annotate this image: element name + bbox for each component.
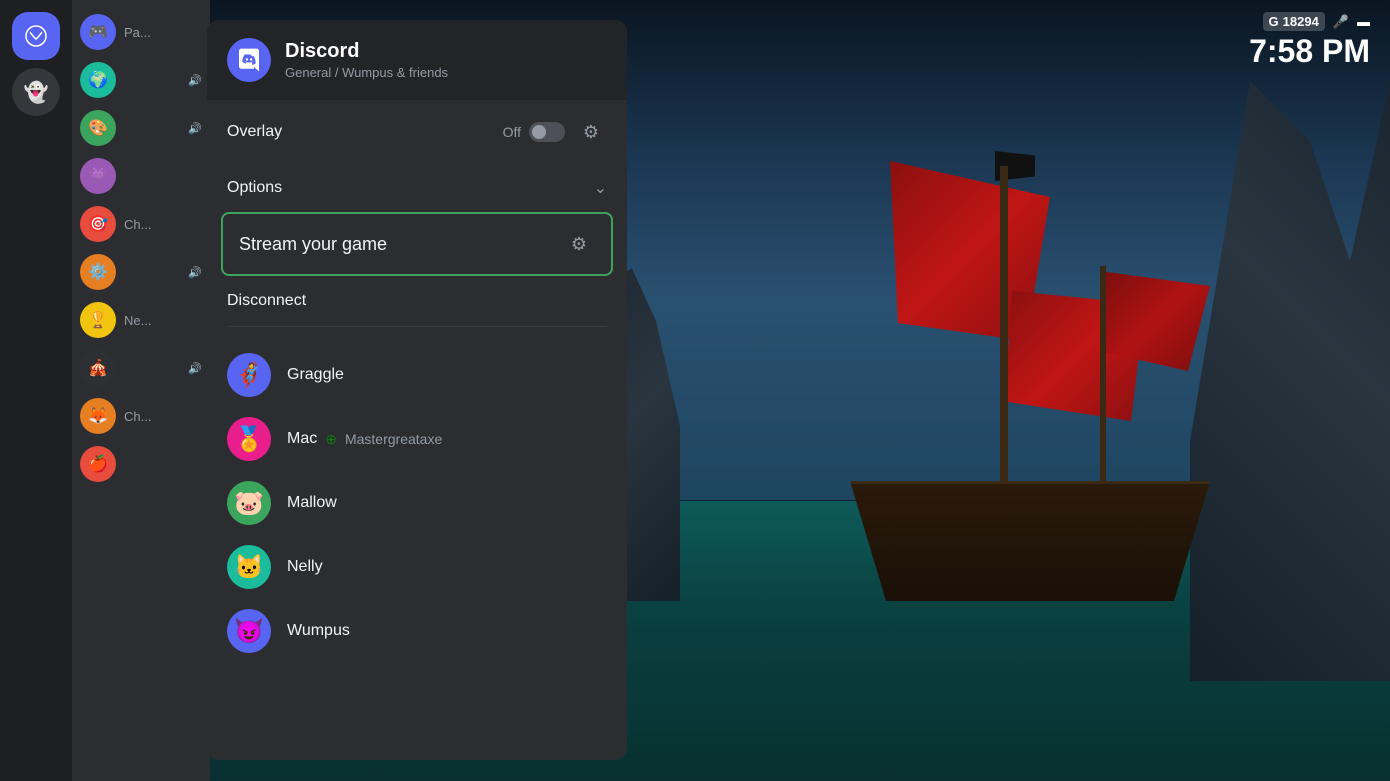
channel-avatar-10: 🍎 <box>80 446 116 482</box>
overlay-label: Overlay <box>227 123 493 141</box>
channel-label-1: Pa... <box>124 25 151 40</box>
stream-game-label: Stream your game <box>239 234 563 255</box>
toggle-knob <box>532 125 546 139</box>
sidebar-panel: 👻 🎮 Pa... 🌍 🔊 🎨 🔊 👾 🎯 Ch... ⚙️ 🔊 🏆 <box>0 0 210 781</box>
main-mast <box>1000 166 1008 486</box>
channel-avatar-1: 🎮 <box>80 14 116 50</box>
mallow-avatar-emoji: 🐷 <box>234 489 264 518</box>
channel-entry-5[interactable]: 🎯 Ch... <box>72 200 210 248</box>
volume-icon-2: 🔊 <box>188 74 202 87</box>
user-list: 🦸 Graggle 🏅 Mac ⊕ Mastergreataxe 🐷 <box>207 335 627 671</box>
channel-entry-3[interactable]: 🎨 🔊 <box>72 104 210 152</box>
channel-entry-6[interactable]: ⚙️ 🔊 <box>72 248 210 296</box>
chevron-down-icon: ⌄ <box>594 178 607 198</box>
channel-avatar-9: 🦊 <box>80 398 116 434</box>
overlay-settings-button[interactable]: ⚙ <box>575 116 607 148</box>
overlay-row: Overlay Off ⚙ <box>207 100 627 164</box>
user-avatar-nelly: 🐱 <box>227 545 271 589</box>
user-name-mallow: Mallow <box>287 494 337 512</box>
channel-label-7: Ne... <box>124 313 151 328</box>
disconnect-label: Disconnect <box>227 292 306 309</box>
options-row[interactable]: Options ⌄ <box>207 164 627 212</box>
user-avatar-graggle: 🦸 <box>227 353 271 397</box>
channel-entry-1[interactable]: 🎮 Pa... <box>72 8 210 56</box>
channel-entry-7[interactable]: 🏆 Ne... <box>72 296 210 344</box>
options-label: Options <box>227 179 594 197</box>
gear-icon: ⚙ <box>583 122 599 143</box>
channel-label-9: Ch... <box>124 409 151 424</box>
overlay-toggle[interactable] <box>529 122 565 142</box>
volume-icon-6: 🔊 <box>188 266 202 279</box>
stream-settings-button[interactable]: ⚙ <box>563 228 595 260</box>
discord-logo-icon <box>235 46 263 74</box>
channel-entry-4[interactable]: 👾 <box>72 152 210 200</box>
channel-label-5: Ch... <box>124 217 151 232</box>
user-avatar-mallow: 🐷 <box>227 481 271 525</box>
xbox-icon: ⊕ <box>325 431 337 448</box>
battery-icon: ▬ <box>1357 14 1370 29</box>
xbox-gamertag-mac: Mastergreataxe <box>345 431 442 447</box>
user-name-nelly: Nelly <box>287 558 323 576</box>
graggle-avatar-emoji: 🦸 <box>234 361 264 390</box>
g-score-badge: G 18294 <box>1263 12 1325 31</box>
discord-overlay-panel: Discord General / Wumpus & friends Overl… <box>207 20 627 760</box>
panel-header-text: Discord General / Wumpus & friends <box>285 40 607 80</box>
panel-header: Discord General / Wumpus & friends <box>207 20 627 100</box>
channel-avatar-2: 🌍 <box>80 62 116 98</box>
xbox-logo-icon <box>25 25 47 47</box>
user-item-mac[interactable]: 🏅 Mac ⊕ Mastergreataxe <box>207 407 627 471</box>
stream-game-row[interactable]: Stream your game ⚙ <box>221 212 613 276</box>
user-avatar-mac: 🏅 <box>227 417 271 461</box>
mic-icon: 🎤 <box>1333 14 1349 30</box>
mac-avatar-emoji: 🏅 <box>234 425 264 454</box>
channel-entry-2[interactable]: 🌍 🔊 <box>72 56 210 104</box>
user-name-graggle: Graggle <box>287 366 344 384</box>
status-icons: G 18294 🎤 ▬ <box>1249 12 1370 31</box>
channel-avatar-3: 🎨 <box>80 110 116 146</box>
user-name-wumpus: Wumpus <box>287 622 350 640</box>
channel-avatar-8: 🎪 <box>80 350 116 386</box>
section-divider <box>227 326 607 327</box>
channel-entry-9[interactable]: 🦊 Ch... <box>72 392 210 440</box>
channel-avatar-6: ⚙️ <box>80 254 116 290</box>
nelly-avatar-emoji: 🐱 <box>234 553 264 582</box>
wumpus-avatar-emoji: 😈 <box>234 617 264 646</box>
user-item-wumpus[interactable]: 😈 Wumpus <box>207 599 627 663</box>
channel-avatar-7: 🏆 <box>80 302 116 338</box>
status-bar: G 18294 🎤 ▬ 7:58 PM <box>1249 12 1370 67</box>
pirate-ship <box>820 151 1240 601</box>
channel-entry-10[interactable]: 🍎 <box>72 440 210 488</box>
clock-display: 7:58 PM <box>1249 35 1370 67</box>
toggle-container[interactable]: Off <box>503 122 565 142</box>
user-name-mac: Mac ⊕ Mastergreataxe <box>287 430 442 448</box>
panel-subtitle: General / Wumpus & friends <box>285 65 607 80</box>
discord-logo <box>227 38 271 82</box>
stream-gear-icon: ⚙ <box>571 234 587 255</box>
channel-entry-8[interactable]: 🎪 🔊 <box>72 344 210 392</box>
channel-avatar-5: 🎯 <box>80 206 116 242</box>
g-letter: G <box>1269 14 1279 29</box>
volume-icon-8: 🔊 <box>188 362 202 375</box>
user-item-graggle[interactable]: 🦸 Graggle <box>207 343 627 407</box>
user-avatar-wumpus: 😈 <box>227 609 271 653</box>
user-item-nelly[interactable]: 🐱 Nelly <box>207 535 627 599</box>
fore-mast <box>1100 266 1106 486</box>
score-value: 18294 <box>1283 14 1319 29</box>
channel-avatar-4: 👾 <box>80 158 116 194</box>
panel-title: Discord <box>285 40 607 63</box>
volume-icon-3: 🔊 <box>188 122 202 135</box>
panel-content: Overlay Off ⚙ Options ⌄ Stream your game… <box>207 100 627 671</box>
ghost-icon: 👻 <box>24 80 49 105</box>
channel-list: 🎮 Pa... 🌍 🔊 🎨 🔊 👾 🎯 Ch... ⚙️ 🔊 🏆 Ne... 🎪 <box>72 0 210 781</box>
user-item-mallow[interactable]: 🐷 Mallow <box>207 471 627 535</box>
sidebar-item-ghost[interactable]: 👻 <box>12 68 60 116</box>
sidebar-item-xbox[interactable] <box>12 12 60 60</box>
disconnect-row[interactable]: Disconnect <box>207 276 627 326</box>
ship-hull <box>850 481 1210 601</box>
toggle-off-label: Off <box>503 124 521 140</box>
icon-bar: 👻 <box>0 0 72 781</box>
